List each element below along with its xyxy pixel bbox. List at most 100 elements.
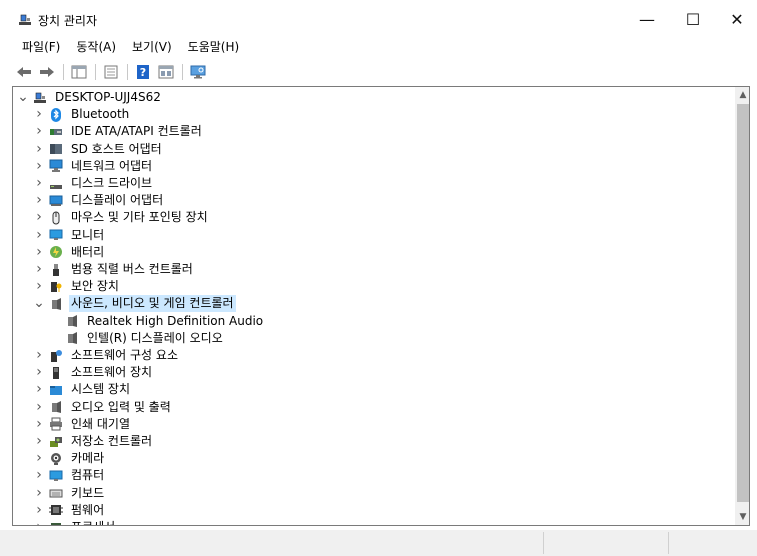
minimize-button[interactable]: — bbox=[624, 0, 670, 38]
properties-button[interactable] bbox=[101, 62, 121, 82]
forward-arrow-icon bbox=[40, 67, 54, 77]
tree-item[interactable]: › 범용 직렬 버스 컨트롤러 bbox=[33, 261, 195, 278]
chevron-right-icon[interactable]: › bbox=[33, 175, 45, 192]
chevron-right-icon[interactable]: › bbox=[33, 261, 45, 278]
chevron-right-icon[interactable]: › bbox=[33, 381, 45, 398]
tree-item[interactable]: › 보안 장치 bbox=[33, 278, 121, 295]
tree-item-label: 저장소 컨트롤러 bbox=[71, 434, 153, 448]
network-adapter-icon bbox=[49, 159, 63, 173]
tree-item-label: 디스플레이 어댑터 bbox=[71, 193, 164, 208]
software-device-icon bbox=[49, 366, 63, 380]
menu-view[interactable]: 보기(V) bbox=[124, 37, 180, 57]
storage-controller-icon bbox=[49, 435, 63, 449]
chevron-right-icon[interactable]: › bbox=[33, 192, 45, 209]
tree-item[interactable]: Realtek High Definition Audio bbox=[49, 313, 265, 330]
chevron-right-icon[interactable]: › bbox=[33, 347, 45, 364]
chevron-right-icon[interactable]: › bbox=[33, 485, 45, 502]
chevron-right-icon[interactable]: › bbox=[33, 416, 45, 433]
tree-item[interactable]: › 펌웨어 bbox=[33, 502, 106, 519]
chevron-right-icon[interactable]: › bbox=[33, 450, 45, 467]
sd-host-icon bbox=[49, 142, 63, 156]
chevron-right-icon[interactable]: › bbox=[33, 467, 45, 484]
show-hide-console-tree-button[interactable] bbox=[69, 62, 89, 82]
tree-item-label: SD 호스트 어댑터 bbox=[71, 141, 162, 156]
tree-item[interactable]: › Bluetooth bbox=[33, 106, 131, 123]
tree-item[interactable]: › 키보드 bbox=[33, 485, 106, 502]
tree-item-label: 네트워크 어댑터 bbox=[71, 158, 153, 173]
chevron-right-icon[interactable]: › bbox=[33, 364, 45, 381]
disk-drive-icon bbox=[49, 177, 63, 191]
view-icon bbox=[158, 65, 174, 79]
tree-item[interactable]: › 네트워크 어댑터 bbox=[33, 158, 154, 175]
status-bar-separator bbox=[668, 532, 669, 554]
ide-controller-icon bbox=[49, 125, 63, 139]
status-bar bbox=[0, 530, 757, 556]
scrollbar-thumb[interactable] bbox=[737, 104, 749, 502]
chevron-right-icon[interactable]: › bbox=[33, 141, 45, 158]
speaker-icon bbox=[65, 331, 79, 345]
tree-item[interactable]: › 카메라 bbox=[33, 450, 106, 467]
chevron-right-icon[interactable]: › bbox=[33, 158, 45, 175]
scroll-up-arrow-icon[interactable]: ▲ bbox=[735, 87, 749, 103]
scan-hardware-button[interactable] bbox=[188, 62, 208, 82]
back-button[interactable] bbox=[14, 62, 34, 82]
chevron-right-icon[interactable]: › bbox=[33, 244, 45, 261]
scroll-down-arrow-icon[interactable]: ▼ bbox=[735, 509, 749, 525]
title-bar: 장치 관리자 — ☐ ✕ bbox=[0, 0, 757, 38]
tree-item-label: 컴퓨터 bbox=[71, 468, 105, 483]
maximize-button[interactable]: ☐ bbox=[670, 0, 716, 38]
monitor-scan-icon bbox=[190, 65, 206, 79]
menu-action[interactable]: 동작(A) bbox=[68, 37, 124, 57]
forward-button[interactable] bbox=[37, 62, 57, 82]
tree-item[interactable]: ⌄ DESKTOP-UJJ4S62 bbox=[17, 89, 163, 106]
menu-help[interactable]: 도움말(H) bbox=[180, 37, 248, 57]
close-button[interactable]: ✕ bbox=[714, 0, 757, 38]
tree-item-label: 펌웨어 bbox=[71, 502, 105, 517]
tree-item[interactable]: › 디스크 드라이브 bbox=[33, 175, 154, 192]
vertical-scrollbar[interactable]: ▲ ▼ bbox=[735, 87, 749, 525]
tree-item[interactable]: › 컴퓨터 bbox=[33, 467, 106, 484]
chevron-right-icon[interactable]: › bbox=[33, 227, 45, 244]
tree-item[interactable]: › 저장소 컨트롤러 bbox=[33, 433, 154, 450]
tree-item-label: 소프트웨어 구성 요소 bbox=[71, 348, 178, 362]
tree-item-label: 배터리 bbox=[71, 244, 105, 259]
tree-item[interactable]: › 소프트웨어 구성 요소 bbox=[33, 347, 180, 364]
tree-item-label: Bluetooth bbox=[71, 107, 130, 122]
help-icon: ? bbox=[137, 65, 149, 79]
tree-item[interactable]: › 모니터 bbox=[33, 227, 106, 244]
device-manager-app-icon bbox=[18, 13, 32, 27]
tree-item[interactable]: 인텔(R) 디스플레이 오디오 bbox=[49, 330, 225, 347]
help-button[interactable]: ? bbox=[133, 62, 153, 82]
tree-item[interactable]: › 마우스 및 기타 포인팅 장치 bbox=[33, 209, 210, 226]
chevron-right-icon[interactable]: › bbox=[33, 106, 45, 123]
chevron-right-icon[interactable]: › bbox=[33, 123, 45, 140]
back-arrow-icon bbox=[17, 67, 31, 77]
chevron-right-icon[interactable]: › bbox=[33, 502, 45, 519]
tree-item[interactable]: › IDE ATA/ATAPI 컨트롤러 bbox=[33, 123, 204, 140]
tree-item[interactable]: ⌄ 사운드, 비디오 및 게임 컨트롤러 bbox=[33, 295, 236, 313]
chevron-right-icon[interactable]: › bbox=[33, 433, 45, 450]
tree-item[interactable]: › SD 호스트 어댑터 bbox=[33, 141, 164, 158]
chevron-right-icon[interactable]: › bbox=[33, 399, 45, 416]
menu-file[interactable]: 파일(F) bbox=[14, 37, 68, 57]
monitor-icon bbox=[49, 469, 63, 483]
chevron-right-icon[interactable]: › bbox=[33, 519, 45, 525]
chevron-down-icon[interactable]: ⌄ bbox=[17, 89, 29, 106]
view-button[interactable] bbox=[156, 62, 176, 82]
computer-icon bbox=[33, 91, 47, 105]
tree-item[interactable]: › 인쇄 대기열 bbox=[33, 416, 132, 433]
chevron-right-icon[interactable]: › bbox=[33, 278, 45, 295]
tree-item-label: IDE ATA/ATAPI 컨트롤러 bbox=[71, 124, 202, 139]
tree-item-label: 키보드 bbox=[71, 485, 105, 500]
chevron-right-icon[interactable]: › bbox=[33, 209, 45, 226]
tree-item[interactable]: › 시스템 장치 bbox=[33, 381, 132, 398]
tree-item[interactable]: › 소프트웨어 장치 bbox=[33, 364, 154, 381]
chevron-down-icon[interactable]: ⌄ bbox=[33, 295, 45, 312]
tree-item[interactable]: › 배터리 bbox=[33, 244, 106, 261]
camera-icon bbox=[49, 452, 63, 466]
tree-item[interactable]: › 디스플레이 어댑터 bbox=[33, 192, 165, 209]
tree-item[interactable]: › 오디오 입력 및 출력 bbox=[33, 399, 173, 416]
minimize-icon: — bbox=[639, 9, 655, 29]
tree-item[interactable]: › 프로세서 bbox=[33, 519, 117, 525]
